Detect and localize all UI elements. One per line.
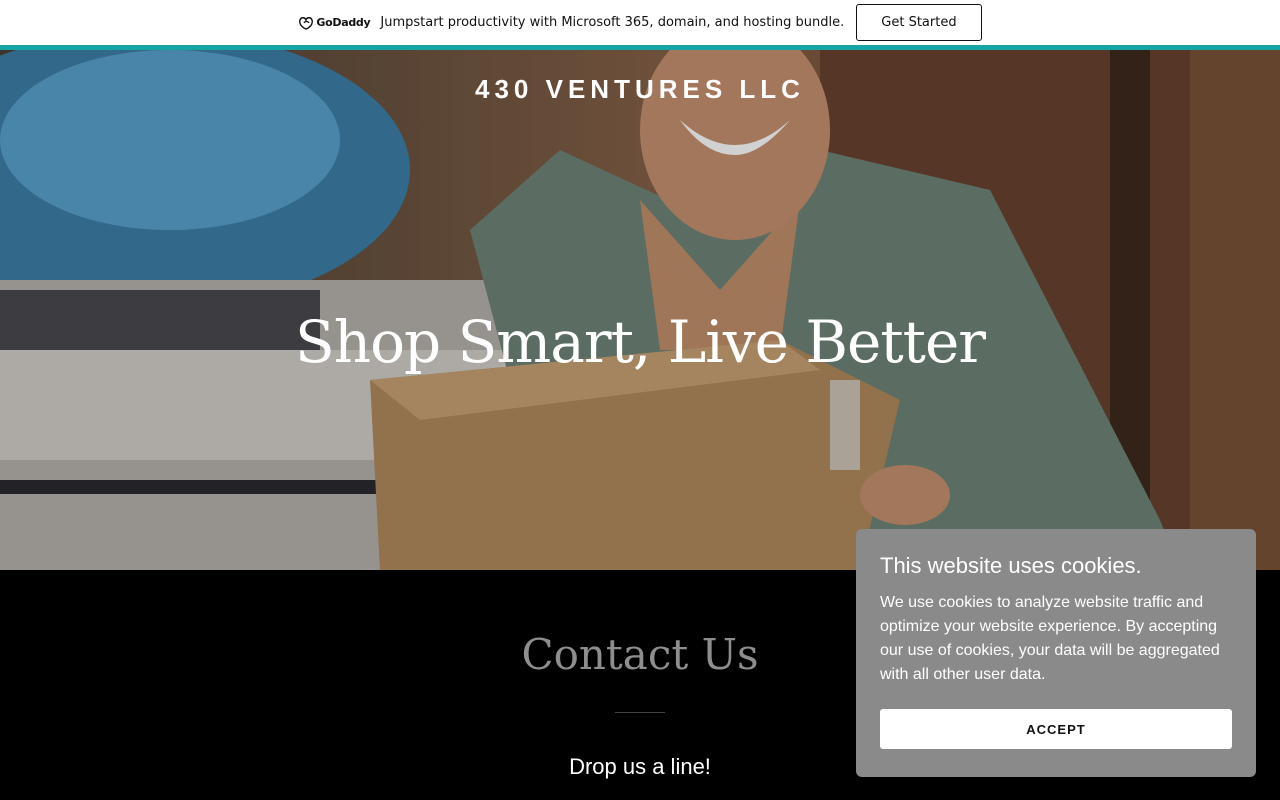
cookie-message: We use cookies to analyze website traffi…	[880, 594, 1220, 683]
accept-cookies-button[interactable]: ACCEPT	[880, 709, 1232, 749]
godaddy-logo-icon	[299, 16, 314, 30]
hero-title: Shop Smart, Live Better	[295, 308, 986, 376]
promo-message: Jumpstart productivity with Microsoft 36…	[380, 15, 845, 30]
get-started-button[interactable]: Get Started	[856, 4, 982, 41]
site-brand[interactable]: 430 VENTURES LLC	[0, 74, 1280, 105]
cookie-banner: This website uses cookies. We use cookie…	[856, 529, 1256, 777]
godaddy-logo[interactable]: GoDaddy	[298, 16, 371, 30]
section-divider	[615, 712, 665, 713]
hero-section: 430 VENTURES LLC Shop Smart, Live Better	[0, 50, 1280, 570]
promo-bar: GoDaddy Jumpstart productivity with Micr…	[0, 0, 1280, 50]
godaddy-logo-text: GoDaddy	[316, 16, 371, 29]
cookie-title: This website uses cookies.	[880, 553, 1142, 578]
promo-content: GoDaddy Jumpstart productivity with Micr…	[298, 4, 982, 41]
